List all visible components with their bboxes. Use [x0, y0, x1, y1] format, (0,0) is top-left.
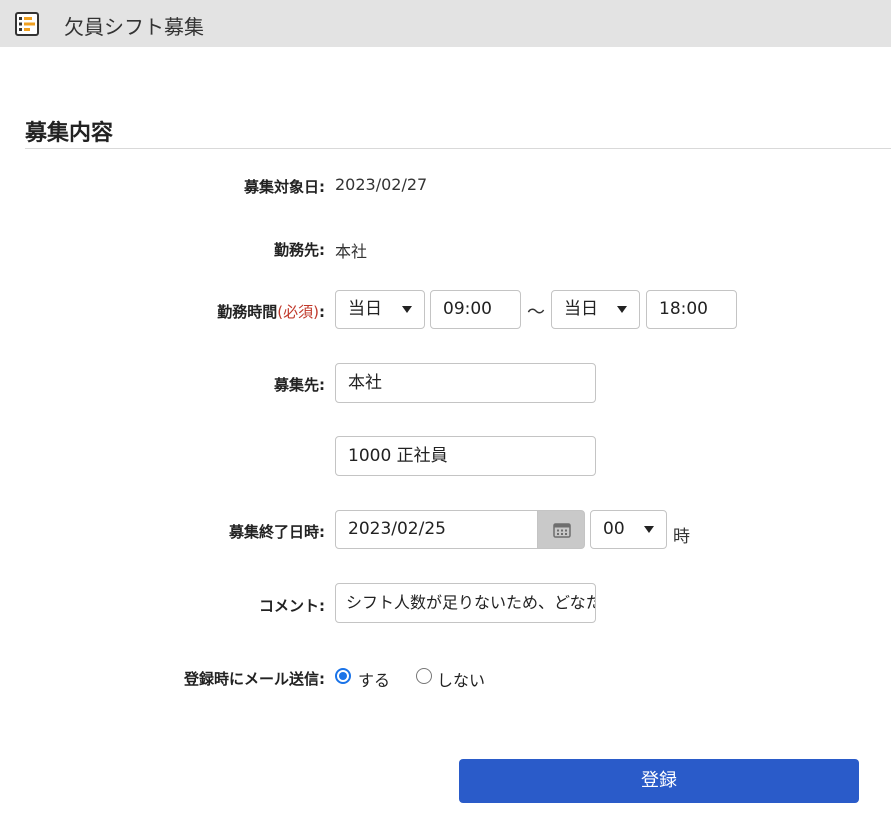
register-button[interactable]: 登録 [459, 759, 859, 803]
comment-label: コメント: [259, 597, 325, 615]
work-time-label-text: 勤務時間 [217, 303, 278, 321]
calendar-button[interactable] [537, 510, 585, 549]
required-marker: (必須) [277, 303, 319, 321]
time-range-separator: ～ [527, 302, 545, 323]
workplace-value: 本社 [335, 242, 368, 261]
recruit-location-field[interactable]: 本社 [335, 363, 596, 403]
target-date-label: 募集対象日: [244, 178, 325, 196]
chevron-down-icon [402, 306, 412, 313]
deadline-date-input[interactable]: 2023/02/25 [335, 510, 539, 549]
calendar-icon [553, 523, 571, 538]
end-day-select[interactable]: 当日 [551, 290, 640, 329]
work-time-label: 勤務時間(必須): [217, 301, 325, 322]
send-mail-yes-radio[interactable] [335, 668, 351, 684]
chevron-down-icon [644, 526, 654, 533]
chevron-down-icon [617, 306, 627, 313]
send-mail-label: 登録時にメール送信: [184, 670, 325, 688]
title-bar: 欠員シフト募集 [0, 0, 891, 47]
send-mail-yes-label[interactable]: する [358, 667, 390, 691]
start-day-value: 当日 [348, 299, 382, 319]
end-day-value: 当日 [564, 299, 598, 319]
send-mail-no-radio[interactable] [416, 668, 432, 684]
deadline-hour-value: 00 [603, 519, 625, 539]
start-day-select[interactable]: 当日 [335, 290, 425, 329]
target-date-value: 2023/02/27 [335, 175, 428, 194]
window-title: 欠員シフト募集 [64, 15, 204, 39]
section-divider [25, 148, 891, 149]
start-time-input[interactable]: 09:00 [430, 290, 521, 329]
work-time-label-colon: : [319, 303, 325, 321]
hour-unit-label: 時 [673, 527, 690, 547]
workplace-label: 勤務先: [274, 241, 325, 259]
send-mail-no-label[interactable]: しない [437, 667, 485, 691]
recruit-target-label: 募集先: [274, 376, 325, 394]
comment-input[interactable]: シフト人数が足りないため、どなたか [335, 583, 596, 623]
end-time-input[interactable]: 18:00 [646, 290, 737, 329]
deadline-label: 募集終了日時: [229, 523, 325, 541]
deadline-hour-select[interactable]: 00 [590, 510, 667, 549]
schedule-app-icon [15, 12, 39, 36]
section-title: 募集内容 [25, 121, 114, 146]
employment-type-field[interactable]: 1000 正社員 [335, 436, 596, 476]
